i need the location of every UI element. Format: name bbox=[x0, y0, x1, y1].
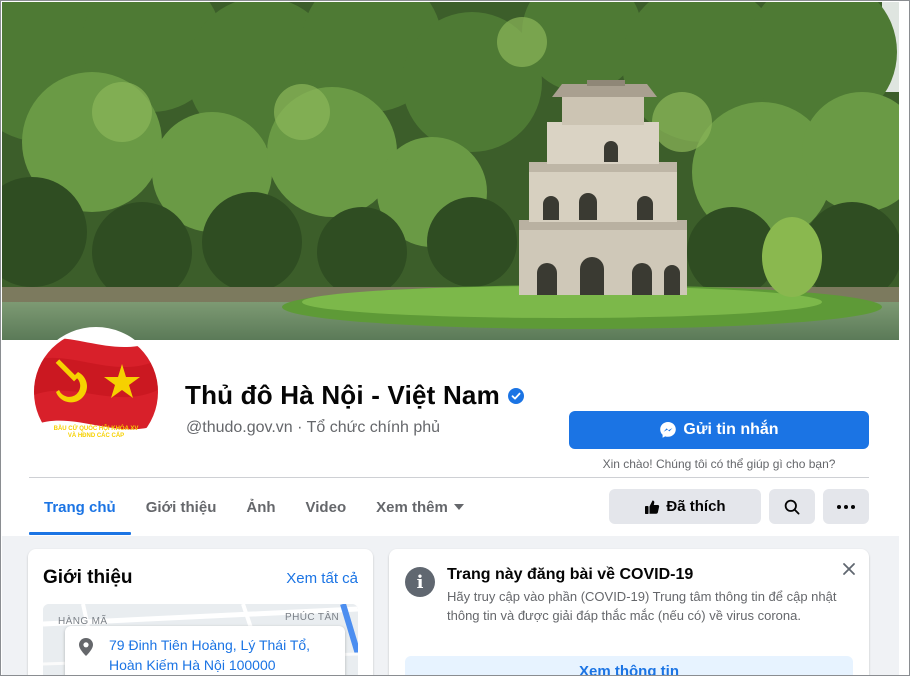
address-text[interactable]: 79 Đinh Tiên Hoàng, Lý Thái Tổ, Hoàn Kiế… bbox=[109, 635, 329, 675]
svg-text:VÀ HĐND CÁC CẤP: VÀ HĐND CÁC CẤP bbox=[68, 432, 124, 439]
tab-home[interactable]: Trang chủ bbox=[29, 479, 131, 535]
address-box[interactable]: 79 Đinh Tiên Hoàng, Lý Thái Tổ, Hoàn Kiế… bbox=[65, 626, 345, 675]
tab-videos-label: Video bbox=[305, 498, 347, 516]
message-hint: Xin chào! Chúng tôi có thể giúp gì cho b… bbox=[602, 457, 836, 471]
messenger-icon bbox=[660, 422, 677, 438]
svg-text:BẦU CỬ QUỐC HỘI KHÓA XV: BẦU CỬ QUỐC HỘI KHÓA XV bbox=[54, 424, 139, 432]
view-info-label: Xem thông tin bbox=[579, 663, 679, 676]
tab-videos[interactable]: Video bbox=[291, 479, 362, 535]
tab-home-label: Trang chủ bbox=[44, 498, 116, 516]
intro-title: Giới thiệu bbox=[43, 567, 133, 588]
liked-label: Đã thích bbox=[666, 498, 726, 515]
thumbs-up-icon bbox=[645, 500, 660, 514]
covid-body: Hãy truy cập vào phần (COVID-19) Trung t… bbox=[447, 589, 837, 623]
header-divider bbox=[29, 477, 869, 478]
chevron-down-icon bbox=[453, 504, 464, 510]
intro-card: Giới thiệu Xem tất cả PHÚC TÂN HÀNG MÃ 7… bbox=[28, 549, 373, 675]
tab-about-label: Giới thiệu bbox=[145, 498, 217, 516]
svg-text:2021-2026: 2021-2026 bbox=[82, 440, 111, 446]
page-title-row: Thủ đô Hà Nội - Việt Nam bbox=[185, 380, 524, 411]
page-tabs: Trang chủ Giới thiệu Ảnh Video Xem thêm bbox=[29, 479, 479, 535]
tab-more-label: Xem thêm bbox=[376, 498, 448, 516]
page-frame: BẦU CỬ QUỐC HỘI KHÓA XV VÀ HĐND CÁC CẤP … bbox=[0, 0, 910, 676]
verified-badge-icon bbox=[507, 387, 524, 404]
more-dots-icon bbox=[837, 504, 855, 509]
cover-photo[interactable] bbox=[2, 2, 899, 340]
liked-button[interactable]: Đã thích bbox=[609, 489, 761, 524]
send-message-label: Gửi tin nhắn bbox=[683, 421, 779, 438]
map-label-phuc-tan: PHÚC TÂN bbox=[285, 612, 340, 623]
location-map[interactable]: PHÚC TÂN HÀNG MÃ 79 Đinh Tiên Hoàng, Lý … bbox=[43, 604, 358, 675]
close-icon[interactable] bbox=[841, 561, 857, 577]
page-handle: @thudo.gov.vn · Tổ chức chính phủ bbox=[186, 419, 441, 436]
search-icon bbox=[784, 499, 800, 515]
see-all-link[interactable]: Xem tất cả bbox=[286, 570, 358, 587]
search-button[interactable] bbox=[769, 489, 815, 524]
tab-photos[interactable]: Ảnh bbox=[231, 479, 290, 535]
covid-title: Trang này đăng bài về COVID-19 bbox=[447, 566, 694, 583]
page-title: Thủ đô Hà Nội - Việt Nam bbox=[185, 380, 500, 410]
covid-card: i Trang này đăng bài về COVID-19 Hãy tru… bbox=[389, 549, 869, 676]
view-info-button[interactable]: Xem thông tin bbox=[405, 656, 853, 676]
tab-about[interactable]: Giới thiệu bbox=[131, 479, 232, 535]
tab-more[interactable]: Xem thêm bbox=[361, 479, 479, 535]
tab-photos-label: Ảnh bbox=[246, 498, 276, 516]
right-edge bbox=[899, 1, 909, 675]
send-message-button[interactable]: Gửi tin nhắn bbox=[569, 411, 869, 449]
more-options-button[interactable] bbox=[823, 489, 869, 524]
page-avatar[interactable]: BẦU CỬ QUỐC HỘI KHÓA XV VÀ HĐND CÁC CẤP … bbox=[31, 327, 161, 457]
location-pin-icon bbox=[79, 638, 93, 656]
info-icon: i bbox=[405, 567, 435, 597]
